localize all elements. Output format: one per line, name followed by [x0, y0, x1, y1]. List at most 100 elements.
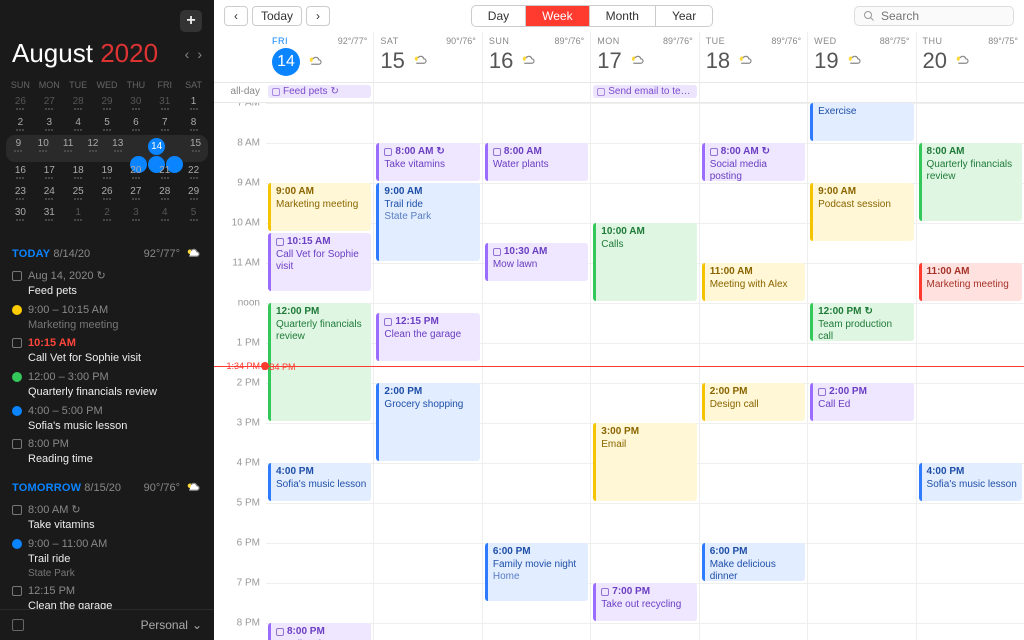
next-week-button[interactable]: › [306, 6, 330, 26]
agenda-item[interactable]: 8:00 PMReading time [12, 435, 202, 469]
mini-day[interactable]: 13 [105, 135, 130, 162]
mini-day[interactable]: 16 [6, 162, 35, 183]
search-input[interactable] [881, 9, 1005, 23]
event[interactable]: 2:00 PMGrocery shopping [376, 383, 479, 461]
mini-day[interactable]: 3 [35, 114, 64, 135]
mini-day[interactable]: 27 [121, 183, 150, 204]
mini-day[interactable]: 20 [121, 162, 150, 183]
event[interactable]: 2:00 PMDesign call [702, 383, 805, 421]
calendar-picker[interactable]: Personal ⌄ [141, 618, 202, 632]
view-week[interactable]: Week [526, 6, 589, 26]
event[interactable]: 8:00 AMQuarterly financials review [919, 143, 1022, 221]
allday-cell[interactable] [699, 83, 807, 102]
view-year[interactable]: Year [656, 6, 712, 26]
allday-cell[interactable]: Send email to te… [590, 83, 698, 102]
event[interactable]: 7:00 PMTake out recycling [593, 583, 696, 621]
agenda-item[interactable]: 10:15 AMCall Vet for Sophie visit [12, 334, 202, 368]
footer-checkbox[interactable] [12, 619, 24, 631]
day-header[interactable]: THU89°/75°20 [916, 32, 1024, 82]
mini-day[interactable]: 9 [6, 135, 31, 162]
event[interactable]: 12:00 PMQuarterly financials review [268, 303, 371, 421]
event[interactable]: Exercise [810, 103, 913, 141]
mini-day[interactable]: 7 [150, 114, 179, 135]
agenda-item[interactable]: 12:15 PMClean the garage [12, 582, 202, 609]
mini-day[interactable]: 1 [179, 93, 208, 114]
mini-day[interactable]: 15 [183, 135, 208, 162]
mini-day[interactable]: 12 [80, 135, 105, 162]
allday-cell[interactable] [482, 83, 590, 102]
event[interactable]: 10:00 AMCalls [593, 223, 696, 301]
day-column[interactable]: 10:00 AMCalls 3:00 PMEmail 7:00 PMTake out… [590, 103, 698, 640]
event[interactable]: 9:00 AMTrail rideState Park [376, 183, 479, 261]
mini-day[interactable]: 4 [64, 114, 93, 135]
day-column[interactable]: 8:00 AM↻Social media posting 11:00 AMMeet… [699, 103, 807, 640]
task-checkbox-icon[interactable] [12, 586, 22, 596]
event[interactable]: 10:15 AMCall Vet for Sophie visit [268, 233, 371, 291]
view-month[interactable]: Month [590, 6, 656, 26]
task-checkbox-icon[interactable] [12, 271, 22, 281]
search-field[interactable] [854, 6, 1014, 26]
agenda-item[interactable]: 9:00 – 11:00 AMTrail rideState Park [12, 535, 202, 582]
mini-day[interactable]: 29 [93, 93, 122, 114]
mini-day[interactable]: 31 [150, 93, 179, 114]
event[interactable]: 12:15 PMClean the garage [376, 313, 479, 361]
mini-day[interactable]: 30 [121, 93, 150, 114]
mini-day[interactable]: 22 [179, 162, 208, 183]
event[interactable]: 11:00 AMMarketing meeting [919, 263, 1022, 301]
mini-day[interactable]: 23 [6, 183, 35, 204]
mini-day[interactable]: 26 [6, 93, 35, 114]
event[interactable]: 2:00 PMCall Ed [810, 383, 913, 421]
event[interactable]: 6:00 PMMake delicious dinner [702, 543, 805, 581]
next-month-button[interactable]: › [197, 46, 202, 62]
mini-day[interactable]: 30 [6, 204, 35, 225]
event[interactable]: 4:00 PMSofia's music lesson [919, 463, 1022, 501]
allday-cell[interactable] [373, 83, 481, 102]
mini-day[interactable]: 6 [121, 114, 150, 135]
task-checkbox-icon[interactable] [12, 505, 22, 515]
day-column[interactable]: Exercise9:00 AMPodcast session12:00 PM↻T… [807, 103, 915, 640]
day-header[interactable]: TUE89°/76°18 [699, 32, 807, 82]
mini-day[interactable]: 5 [179, 204, 208, 225]
day-header[interactable]: SUN89°/76°16 [482, 32, 590, 82]
mini-calendar[interactable]: SUNMONTUEWEDTHUFRISAT2627282930311234567… [0, 73, 214, 235]
mini-day[interactable]: 14 [130, 135, 183, 162]
mini-day[interactable]: 28 [64, 93, 93, 114]
agenda-item[interactable]: 4:00 – 5:00 PMSofia's music lesson [12, 402, 202, 436]
allday-event[interactable]: Feed pets ↻ [268, 85, 371, 98]
agenda-item[interactable]: 8:00 AM ↻Take vitamins [12, 501, 202, 535]
mini-day[interactable]: 27 [35, 93, 64, 114]
mini-day[interactable]: 2 [93, 204, 122, 225]
day-column[interactable]: 8:00 AM↻Take vitamins9:00 AMTrail rideSt… [373, 103, 481, 640]
mini-day[interactable]: 28 [150, 183, 179, 204]
mini-day[interactable]: 8 [179, 114, 208, 135]
event[interactable]: 8:00 PMReading time [268, 623, 371, 640]
mini-day[interactable]: 31 [35, 204, 64, 225]
event[interactable]: 11:00 AMMeeting with Alex [702, 263, 805, 301]
day-header[interactable]: WED88°/75°19 [807, 32, 915, 82]
week-grid[interactable]: 7 AM8 AM9 AM10 AM11 AMnoon1 PM2 PM3 PM4 … [214, 103, 1024, 640]
mini-day[interactable]: 25 [64, 183, 93, 204]
event[interactable]: 8:00 AM↻Social media posting [702, 143, 805, 181]
mini-day[interactable]: 4 [150, 204, 179, 225]
mini-day[interactable]: 2 [6, 114, 35, 135]
event[interactable]: 10:30 AMMow lawn [485, 243, 588, 281]
prev-month-button[interactable]: ‹ [185, 46, 190, 62]
agenda-item[interactable]: 9:00 – 10:15 AMMarketing meeting [12, 301, 202, 335]
day-header[interactable]: FRI92°/77°14 [266, 32, 373, 82]
event[interactable]: 12:00 PM↻Team production call [810, 303, 913, 341]
day-header[interactable]: MON89°/76°17 [590, 32, 698, 82]
mini-day[interactable]: 11 [56, 135, 81, 162]
agenda-item[interactable]: Aug 14, 2020 ↻Feed pets [12, 267, 202, 301]
allday-cell[interactable] [807, 83, 915, 102]
mini-day[interactable]: 21 [150, 162, 179, 183]
mini-day[interactable]: 17 [35, 162, 64, 183]
event[interactable]: 8:00 AMWater plants [485, 143, 588, 181]
mini-day[interactable]: 29 [179, 183, 208, 204]
mini-day[interactable]: 10 [31, 135, 56, 162]
mini-day[interactable]: 26 [93, 183, 122, 204]
mini-day[interactable]: 3 [121, 204, 150, 225]
event[interactable]: 3:00 PMEmail [593, 423, 696, 501]
view-day[interactable]: Day [472, 6, 526, 26]
agenda-item[interactable]: 12:00 – 3:00 PMQuarterly financials revi… [12, 368, 202, 402]
add-button[interactable]: + [180, 10, 202, 32]
